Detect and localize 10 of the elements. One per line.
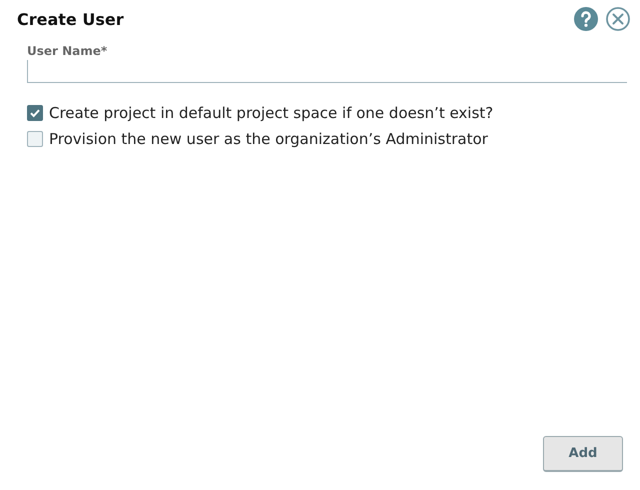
checkbox[interactable] (27, 105, 43, 121)
help-icon[interactable] (574, 7, 598, 31)
checkmark-icon (29, 107, 41, 119)
add-button[interactable]: Add (543, 436, 623, 472)
checkbox-label: Create project in default project space if one doesn’t exist? (49, 104, 494, 122)
field-label: User Name* (27, 44, 108, 58)
checkbox-label: Provision the new user as the organization’s Administrator (49, 130, 488, 148)
close-icon[interactable] (606, 7, 630, 31)
checkbox[interactable] (27, 131, 43, 147)
dialog-title: Create User (17, 10, 124, 28)
